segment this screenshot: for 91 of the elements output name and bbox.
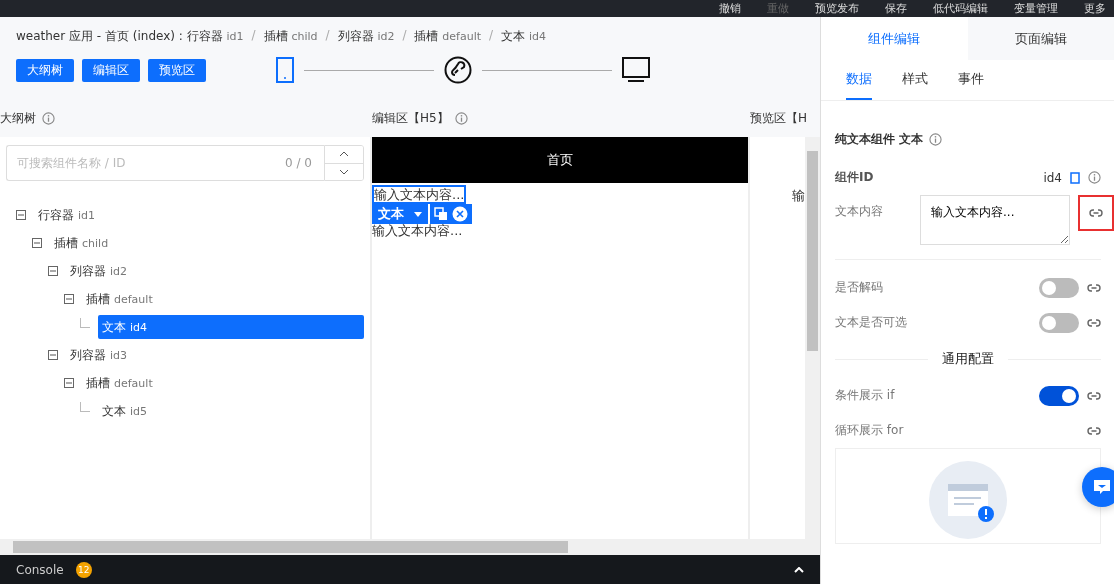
collapse-toggle[interactable] [64, 294, 74, 304]
menu-item[interactable]: 预览发布 [815, 0, 859, 17]
monitor-icon[interactable] [622, 57, 650, 83]
id-value: id4 [1043, 170, 1062, 185]
link-icon[interactable] [1087, 426, 1101, 435]
search-field[interactable]: 可搜索组件名称 / ID [6, 145, 286, 181]
match-count: 0 / 0 [285, 145, 324, 181]
tree-item[interactable]: 文本 id4 [98, 315, 364, 339]
menu-item[interactable]: 撤销 [719, 0, 741, 17]
minus-icon [34, 242, 40, 244]
component-menu[interactable]: 文本 [372, 204, 428, 224]
panel-title: 大纲树 [0, 110, 36, 127]
preview-text: 输 [792, 188, 805, 203]
toggle-switch[interactable] [1039, 385, 1079, 406]
property-label: 文本内容 [835, 203, 884, 220]
info-icon [42, 112, 55, 125]
breadcrumb-separator: / [489, 28, 494, 44]
property-label: 组件ID [835, 169, 875, 186]
property-label: 条件展示 if [835, 387, 896, 404]
tree-item[interactable]: 插槽 default [82, 287, 157, 311]
component-title: 纯文本组件 文本 [835, 131, 924, 148]
property-label: 文本是否可选 [835, 314, 908, 331]
info-icon [1088, 171, 1101, 184]
collapse-toggle[interactable] [48, 266, 58, 276]
menu-item[interactable]: 低代码编辑 [933, 0, 988, 17]
view-button[interactable]: 预览区 [148, 58, 206, 82]
minus-icon [50, 354, 56, 356]
tab[interactable]: 样式 [902, 60, 928, 100]
section-title: 通用配置 [942, 350, 994, 368]
tree-connector [80, 402, 90, 412]
info-icon [454, 112, 468, 125]
phone-icon[interactable] [276, 57, 294, 83]
menu-item[interactable]: 保存 [885, 0, 907, 17]
page-header: 首页 [372, 137, 748, 183]
link-circle-icon[interactable] [444, 56, 472, 84]
minus-icon [18, 214, 24, 216]
collapse-toggle[interactable] [32, 238, 42, 248]
text-component[interactable]: 输入文本内容... [372, 223, 463, 238]
minus-icon [66, 382, 72, 384]
chat-icon [1093, 479, 1111, 495]
horizontal-scrollbar[interactable] [0, 539, 820, 555]
close-icon[interactable] [452, 206, 468, 222]
vertical-scrollbar[interactable] [805, 137, 820, 539]
tab[interactable]: 数据 [846, 60, 872, 100]
tree-item[interactable]: 列容器 id3 [66, 343, 132, 367]
chat-button[interactable] [1082, 467, 1114, 507]
breadcrumb-item[interactable]: 文本 id4 [501, 28, 546, 45]
text-content-field[interactable]: 输入文本内容... [920, 195, 1070, 245]
tree-item[interactable]: 文本 id5 [98, 399, 152, 423]
breadcrumb-item[interactable]: 插槽 child [263, 28, 318, 45]
copy-icon[interactable] [1070, 171, 1080, 184]
link-icon[interactable] [1087, 283, 1101, 292]
tab[interactable]: 页面编辑 [967, 17, 1114, 60]
collapse-toggle[interactable] [64, 378, 74, 388]
empty-state-icon [929, 461, 1007, 539]
panel-title: 预览区【H [750, 110, 808, 127]
toggle-switch[interactable] [1039, 277, 1079, 298]
view-button[interactable]: 编辑区 [82, 58, 140, 82]
tree-item[interactable]: 插槽 default [82, 371, 157, 395]
collapse-toggle[interactable] [16, 210, 26, 220]
info-icon [929, 133, 943, 146]
up-chevron-icon[interactable] [794, 566, 804, 573]
minus-icon [66, 298, 72, 300]
caret-icon [414, 211, 422, 217]
count-badge: 12 [75, 561, 92, 578]
property-label: 循环展示 for [835, 422, 905, 439]
breadcrumb-separator: / [402, 28, 407, 44]
menu-item[interactable]: 更多 [1084, 0, 1106, 17]
panel-title: 编辑区【H5】 [372, 110, 449, 127]
tree-item[interactable]: 行容器 id1 [34, 203, 100, 227]
toggle-switch[interactable] [1039, 312, 1079, 333]
text-component[interactable]: 输入文本内容... [372, 185, 467, 204]
view-button[interactable]: 大纲树 [16, 58, 74, 82]
breadcrumb-item[interactable]: 列容器 id2 [337, 28, 395, 45]
breadcrumb-separator: / [251, 28, 256, 44]
tree-item[interactable]: 插槽 child [50, 231, 113, 255]
tab[interactable]: 事件 [958, 60, 984, 100]
console-label[interactable]: Console [16, 562, 64, 577]
tree-connector [80, 318, 90, 328]
property-label: 是否解码 [835, 279, 884, 296]
breadcrumb-separator: / [325, 28, 330, 44]
minus-icon [50, 270, 56, 272]
link-icon[interactable] [1087, 391, 1101, 400]
breadcrumb-item[interactable]: 插槽 default [414, 28, 482, 45]
breadcrumb-item[interactable]: weather 应用 - 首页 (index) : 行容器 id1 [16, 28, 244, 45]
copy-icon[interactable] [434, 207, 448, 221]
menu-item[interactable]: 变量管理 [1014, 0, 1058, 17]
collapse-toggle[interactable] [48, 350, 58, 360]
link-icon[interactable] [1087, 318, 1101, 327]
tree-item[interactable]: 列容器 id2 [66, 259, 132, 283]
link-icon[interactable] [1089, 209, 1103, 217]
